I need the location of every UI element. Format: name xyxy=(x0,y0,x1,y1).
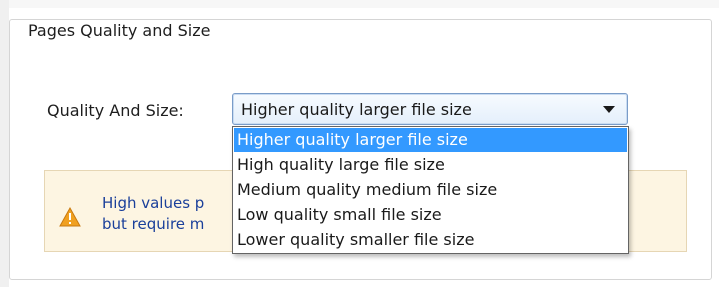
warning-icon xyxy=(59,206,81,227)
warning-text-line-1: High values p xyxy=(102,194,205,212)
groupbox-title: Pages Quality and Size xyxy=(22,20,217,42)
quality-size-dropdown-list: Higher quality larger file size High qua… xyxy=(232,126,629,254)
left-edge xyxy=(0,0,9,287)
dropdown-option-medium-quality[interactable]: Medium quality medium file size xyxy=(234,178,627,202)
dropdown-option-high-quality[interactable]: High quality large file size xyxy=(234,153,627,177)
quality-size-combobox[interactable]: Higher quality larger file size xyxy=(232,93,628,125)
dropdown-option-higher-quality[interactable]: Higher quality larger file size xyxy=(234,128,627,152)
dropdown-option-lower-quality[interactable]: Lower quality smaller file size xyxy=(234,228,627,252)
quality-settings-panel: Pages Quality and Size Quality And Size:… xyxy=(0,0,719,287)
warning-text: High values p but require m xyxy=(102,193,204,235)
warning-text-line-2: but require m xyxy=(102,215,205,233)
top-edge xyxy=(0,0,719,8)
combobox-selected-value: Higher quality larger file size xyxy=(241,100,472,119)
chevron-down-icon[interactable] xyxy=(603,106,615,113)
quality-size-label: Quality And Size: xyxy=(47,101,184,120)
dropdown-option-low-quality[interactable]: Low quality small file size xyxy=(234,203,627,227)
